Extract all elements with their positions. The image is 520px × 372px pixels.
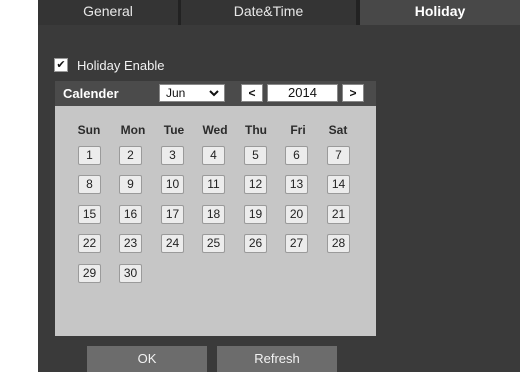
calendar-day[interactable]: 26 [244,234,267,253]
weekday-label: Wed [202,123,228,137]
calendar-day[interactable]: 21 [327,205,350,224]
calendar-day[interactable]: 16 [119,205,142,224]
calendar-day[interactable]: 11 [202,175,225,194]
calendar-day[interactable]: 27 [285,234,308,253]
calendar-day[interactable]: 24 [161,234,184,253]
refresh-button[interactable]: Refresh [217,346,337,372]
calendar-day[interactable]: 13 [285,175,308,194]
month-select[interactable]: Jun [159,84,225,102]
weekday-label: Thu [245,123,267,137]
calendar-day[interactable]: 30 [119,264,142,283]
calendar-day[interactable]: 6 [285,146,308,165]
ok-button[interactable]: OK [87,346,207,372]
tab-bar: General Date&Time Holiday [38,0,520,27]
calendar-day[interactable]: 19 [244,205,267,224]
calendar-day[interactable]: 1 [78,146,101,165]
holiday-enable-row[interactable]: ✔ Holiday Enable [54,57,164,73]
calendar-day[interactable]: 17 [161,205,184,224]
next-year-button[interactable]: > [342,84,364,102]
calendar-day[interactable]: 3 [161,146,184,165]
previous-year-button[interactable]: < [241,84,263,102]
calendar-day[interactable]: 14 [327,175,350,194]
chevron-down-icon [209,90,219,97]
holiday-enable-label: Holiday Enable [77,57,165,73]
weekday-label: Sat [328,123,348,137]
weekday-label: Fri [290,123,306,137]
calendar-day[interactable]: 29 [78,264,101,283]
calendar-day[interactable]: 18 [202,205,225,224]
calendar-title: Calender [63,86,119,101]
calendar-day[interactable]: 9 [119,175,142,194]
calendar-day[interactable]: 10 [161,175,184,194]
calendar-day[interactable]: 20 [285,205,308,224]
calendar-day[interactable]: 2 [119,146,142,165]
calendar-day[interactable]: 15 [78,205,101,224]
calendar-day[interactable]: 23 [119,234,142,253]
calendar-day[interactable]: 8 [78,175,101,194]
calendar-day[interactable]: 5 [244,146,267,165]
month-select-value: Jun [166,86,186,100]
calendar-day[interactable]: 25 [202,234,225,253]
year-display: 2014 [267,84,338,102]
calendar-grid: Sun Mon Tue Wed Thu Fri Sat 1 2 3 4 5 6 7 8 9 10 1… [55,106,376,336]
calendar-day[interactable]: 7 [327,146,350,165]
tab-general[interactable]: General [38,0,178,25]
holiday-enable-checkbox[interactable]: ✔ [54,58,68,72]
weekday-label: Sun [77,123,101,137]
calendar-header: Calender Jun < 2014 > [55,81,376,106]
calendar-day[interactable]: 28 [327,234,350,253]
calendar-day[interactable]: 12 [244,175,267,194]
calendar-day[interactable]: 22 [78,234,101,253]
holiday-settings-panel: General Date&Time Holiday ✔ Holiday Enab… [38,0,520,372]
tab-holiday[interactable]: Holiday [360,0,520,25]
tab-date-time[interactable]: Date&Time [181,0,356,25]
calendar-day[interactable]: 4 [202,146,225,165]
weekday-label: Mon [120,123,146,137]
weekday-label: Tue [163,123,185,137]
